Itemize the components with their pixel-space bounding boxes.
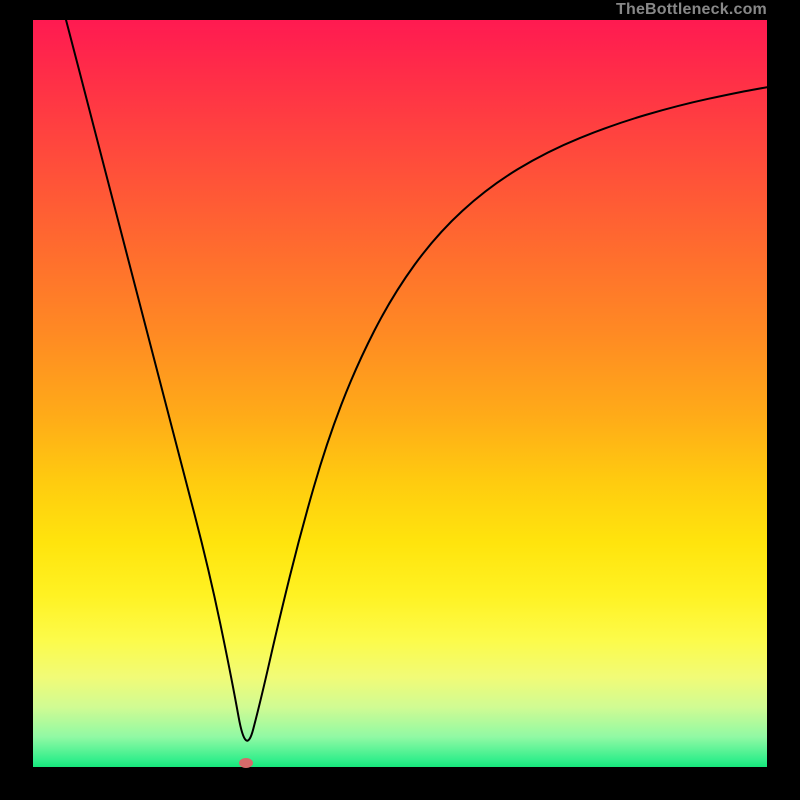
plot-area	[33, 20, 767, 767]
watermark-text: TheBottleneck.com	[616, 0, 767, 20]
bottleneck-curve-path	[66, 20, 767, 741]
chart-stage: TheBottleneck.com	[0, 0, 800, 800]
curve-svg	[33, 20, 767, 767]
minimum-marker	[239, 758, 253, 768]
